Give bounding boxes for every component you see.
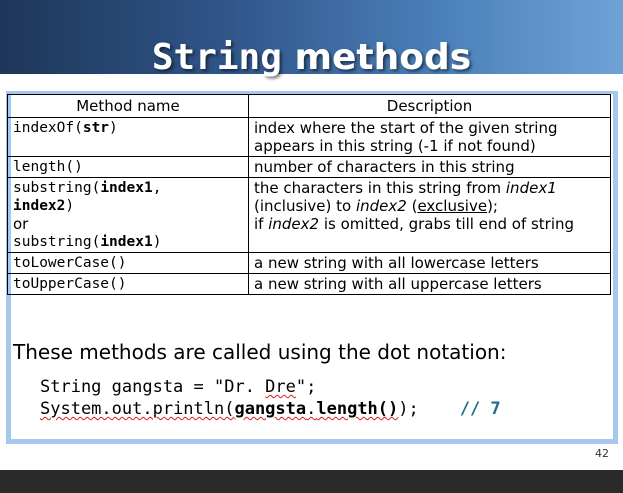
title-mono-part: String bbox=[151, 37, 282, 78]
description-cell: number of characters in this string bbox=[248, 156, 611, 178]
method-cell: length() bbox=[7, 156, 249, 178]
slide: String methods Method name Description i… bbox=[0, 0, 623, 470]
description-cell: a new string with all lowercase letters bbox=[248, 252, 611, 274]
description-cell: index where the start of the given strin… bbox=[248, 117, 611, 157]
table-row: substring(index1, index2) or substring(i… bbox=[7, 177, 611, 253]
method-cell: toUpperCase() bbox=[7, 273, 249, 295]
table-row: indexOf(str) index where the start of th… bbox=[7, 117, 611, 157]
table-row: toLowerCase() a new string with all lowe… bbox=[7, 252, 611, 274]
table-row: toUpperCase() a new string with all uppe… bbox=[7, 273, 611, 295]
header-description: Description bbox=[248, 94, 611, 118]
slide-title: String methods bbox=[0, 34, 623, 82]
code-line-2: System.out.println(gangsta.length()); //… bbox=[40, 399, 501, 419]
header-method-name: Method name bbox=[7, 94, 249, 118]
method-cell: substring(index1, index2) or substring(i… bbox=[7, 177, 249, 253]
method-cell: indexOf(str) bbox=[7, 117, 249, 157]
title-rest-part: methods bbox=[281, 37, 472, 78]
dot-notation-note: These methods are called using the dot n… bbox=[13, 340, 507, 364]
table-header-row: Method name Description bbox=[7, 94, 611, 118]
description-cell: a new string with all uppercase letters bbox=[248, 273, 611, 295]
description-cell: the characters in this string from index… bbox=[248, 177, 611, 253]
page-number: 42 bbox=[595, 447, 609, 460]
code-example: String gangsta = "Dr. Dre"; System.out.pr… bbox=[40, 376, 501, 420]
methods-table: Method name Description indexOf(str) ind… bbox=[7, 94, 611, 295]
code-comment: // 7 bbox=[459, 399, 501, 419]
method-cell: toLowerCase() bbox=[7, 252, 249, 274]
table-row: length() number of characters in this st… bbox=[7, 156, 611, 178]
code-line-1: String gangsta = "Dr. Dre"; bbox=[40, 377, 317, 397]
